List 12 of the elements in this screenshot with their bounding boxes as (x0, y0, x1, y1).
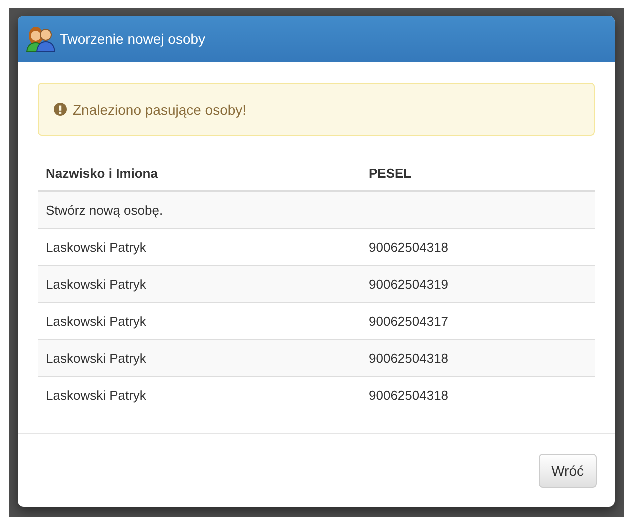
dialog-title: Tworzenie nowej osoby (60, 31, 206, 47)
back-button[interactable]: Wróć (538, 454, 597, 488)
table-cell[interactable]: 90062504319 (361, 266, 595, 302)
people-icon (26, 25, 56, 53)
alert-text: Znaleziono pasujące osoby! (73, 102, 247, 118)
table-cell[interactable]: 90062504318 (361, 340, 595, 376)
table-cell[interactable]: Laskowski Patryk (38, 340, 361, 376)
table-cell[interactable]: 90062504318 (361, 376, 595, 413)
exclamation-icon (54, 103, 67, 116)
table-cell[interactable]: Stwórz nową osobę. (38, 191, 361, 228)
table-cell[interactable]: Laskowski Patryk (38, 266, 361, 302)
table-cell[interactable]: Laskowski Patryk (38, 376, 361, 413)
